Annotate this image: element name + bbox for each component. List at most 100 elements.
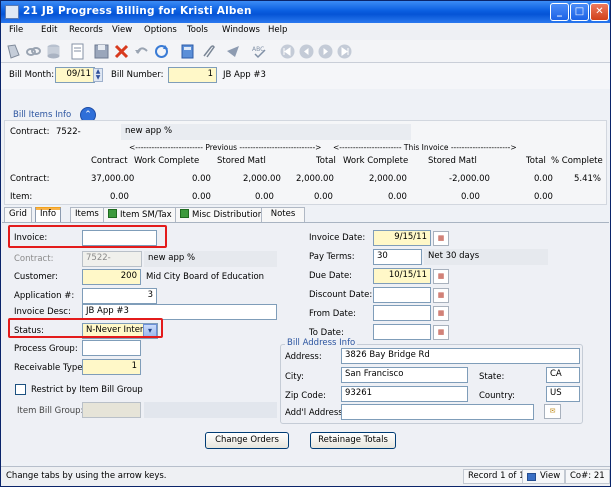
last-record-icon[interactable] (336, 43, 353, 60)
col-pct-complete: % Complete (551, 156, 603, 166)
menu-bar: File Edit Records View Options Tools Win… (1, 23, 610, 40)
database-icon[interactable] (45, 43, 62, 60)
to-date-field[interactable] (373, 324, 431, 340)
col-prev-work-complete: Work Complete (134, 156, 200, 166)
discount-date-field[interactable] (373, 287, 431, 303)
process-group-field[interactable] (82, 340, 141, 356)
tab-misc-distributions-label: Misc Distributions (192, 210, 268, 220)
tab-item-sm-tax-label: Item SM/Tax (120, 210, 172, 220)
address-field[interactable]: 3826 Bay Bridge Rd (341, 348, 580, 364)
state-field[interactable]: CA (546, 367, 580, 383)
grid-tab-icon (180, 209, 189, 218)
bill-number-field[interactable]: 1 (168, 67, 217, 83)
menu-tools[interactable]: Tools (187, 25, 208, 35)
document-icon[interactable] (69, 43, 86, 60)
invoice-highlight (8, 225, 167, 248)
save-icon[interactable] (93, 43, 110, 60)
bill-description: JB App #3 (223, 70, 266, 80)
to-date-label: To Date: (309, 328, 344, 338)
status-highlight (8, 318, 163, 338)
tab-notes[interactable]: Notes (261, 207, 305, 223)
invoice-date-label: Invoice Date: (309, 233, 366, 243)
bill-number-label: Bill Number: (111, 70, 164, 80)
address-book-icon[interactable]: ✉ (544, 404, 561, 419)
pay-terms-field[interactable]: 30 (373, 249, 422, 265)
from-date-field[interactable] (373, 305, 431, 321)
minimize-button[interactable]: _ (550, 3, 569, 21)
receivable-type-field[interactable]: 1 (82, 359, 141, 375)
spellcheck-icon[interactable]: ABC (251, 43, 268, 60)
cell-pct-complete: 5.41% (574, 174, 602, 184)
country-field[interactable]: US (546, 386, 580, 402)
menu-view[interactable]: View (112, 25, 132, 35)
cell-this-work: 2,000.00 (369, 174, 407, 184)
menu-options[interactable]: Options (144, 25, 177, 35)
invoice-date-field[interactable]: 9/15/11 (373, 230, 431, 246)
pay-terms-desc: Net 30 days (424, 249, 548, 265)
maximize-button[interactable]: □ (570, 3, 589, 21)
change-orders-button[interactable]: Change Orders (205, 432, 289, 449)
calendar-icon[interactable]: ▦ (433, 306, 449, 321)
cell-item-contract: 0.00 (110, 192, 129, 202)
previous-record-icon[interactable] (298, 43, 315, 60)
menu-windows[interactable]: Windows (222, 25, 260, 35)
discount-date-label: Discount Date: (309, 290, 373, 300)
link-icon[interactable] (25, 43, 42, 60)
bill-month-spinner[interactable]: ▲ ▼ (93, 68, 103, 82)
calculator-icon[interactable] (179, 43, 196, 60)
calendar-icon[interactable]: ▦ (433, 325, 449, 340)
application-field[interactable]: 3 (82, 288, 157, 304)
next-record-icon[interactable] (317, 43, 334, 60)
customer-label: Customer: (14, 272, 59, 282)
cell-item-prev-work: 0.00 (192, 192, 211, 202)
row-item-label: Item: (10, 192, 33, 202)
bill-month-field[interactable]: 09/11 (55, 67, 95, 83)
pay-terms-label: Pay Terms: (309, 252, 355, 262)
from-date-label: From Date: (309, 309, 356, 319)
app-window: 21 JB Progress Billing for Kristi Alben … (0, 0, 611, 487)
menu-help[interactable]: Help (268, 25, 287, 35)
close-button[interactable]: ✕ (590, 3, 609, 21)
invoice-desc-label: Invoice Desc: (14, 307, 71, 317)
addl-address-field[interactable] (341, 404, 534, 420)
calendar-icon[interactable]: ▦ (433, 231, 449, 246)
undo-icon[interactable] (133, 43, 150, 60)
attachment-icon[interactable] (199, 43, 216, 60)
tab-items[interactable]: Items (70, 207, 104, 223)
city-field[interactable]: San Francisco (341, 367, 468, 383)
company-indicator: Co#: 21 (565, 469, 610, 484)
tab-item-sm-tax[interactable]: Item SM/Tax (103, 207, 177, 223)
zip-field[interactable]: 93261 (341, 386, 468, 402)
cell-prev-work: 0.00 (192, 174, 211, 184)
tab-grid[interactable]: Grid (4, 207, 32, 223)
calendar-icon[interactable]: ▦ (433, 269, 449, 284)
bill-items-title: Bill Items Info (13, 110, 72, 120)
retainage-totals-button[interactable]: Retainage Totals (310, 432, 396, 449)
restrict-checkbox[interactable] (15, 384, 26, 395)
delete-icon[interactable] (113, 43, 130, 60)
item-bill-group-label: Item Bill Group: (17, 406, 84, 416)
status-bar: Change tabs by using the arrow keys. Rec… (1, 466, 610, 486)
customer-name: Mid City Board of Education (146, 272, 265, 282)
menu-edit[interactable]: Edit (41, 25, 57, 35)
col-prev-total: Total (316, 156, 336, 166)
city-label: City: (285, 372, 304, 382)
window-title: 21 JB Progress Billing for Kristi Alben (23, 5, 252, 17)
customer-field[interactable]: 200 (82, 269, 141, 285)
refresh-icon[interactable] (153, 43, 170, 60)
country-label: Country: (479, 391, 516, 401)
status-hint: Change tabs by using the arrow keys. (6, 471, 167, 481)
tab-misc-distributions[interactable]: Misc Distributions (175, 207, 273, 223)
new-record-icon[interactable] (5, 43, 22, 60)
tab-info[interactable]: Info (35, 207, 62, 223)
view-indicator[interactable]: View (522, 469, 566, 484)
email-icon[interactable] (225, 43, 242, 60)
bill-items-panel: Contract: 7522- new app % <-------------… (4, 120, 607, 205)
tab-strip: Grid Info Items Item SM/Tax Misc Distrib… (1, 207, 610, 223)
calendar-icon[interactable]: ▦ (433, 288, 449, 303)
application-label: Application #: (14, 291, 75, 301)
menu-file[interactable]: File (9, 25, 23, 35)
menu-records[interactable]: Records (69, 25, 103, 35)
due-date-field[interactable]: 10/15/11 (373, 268, 431, 284)
first-record-icon[interactable] (279, 43, 296, 60)
